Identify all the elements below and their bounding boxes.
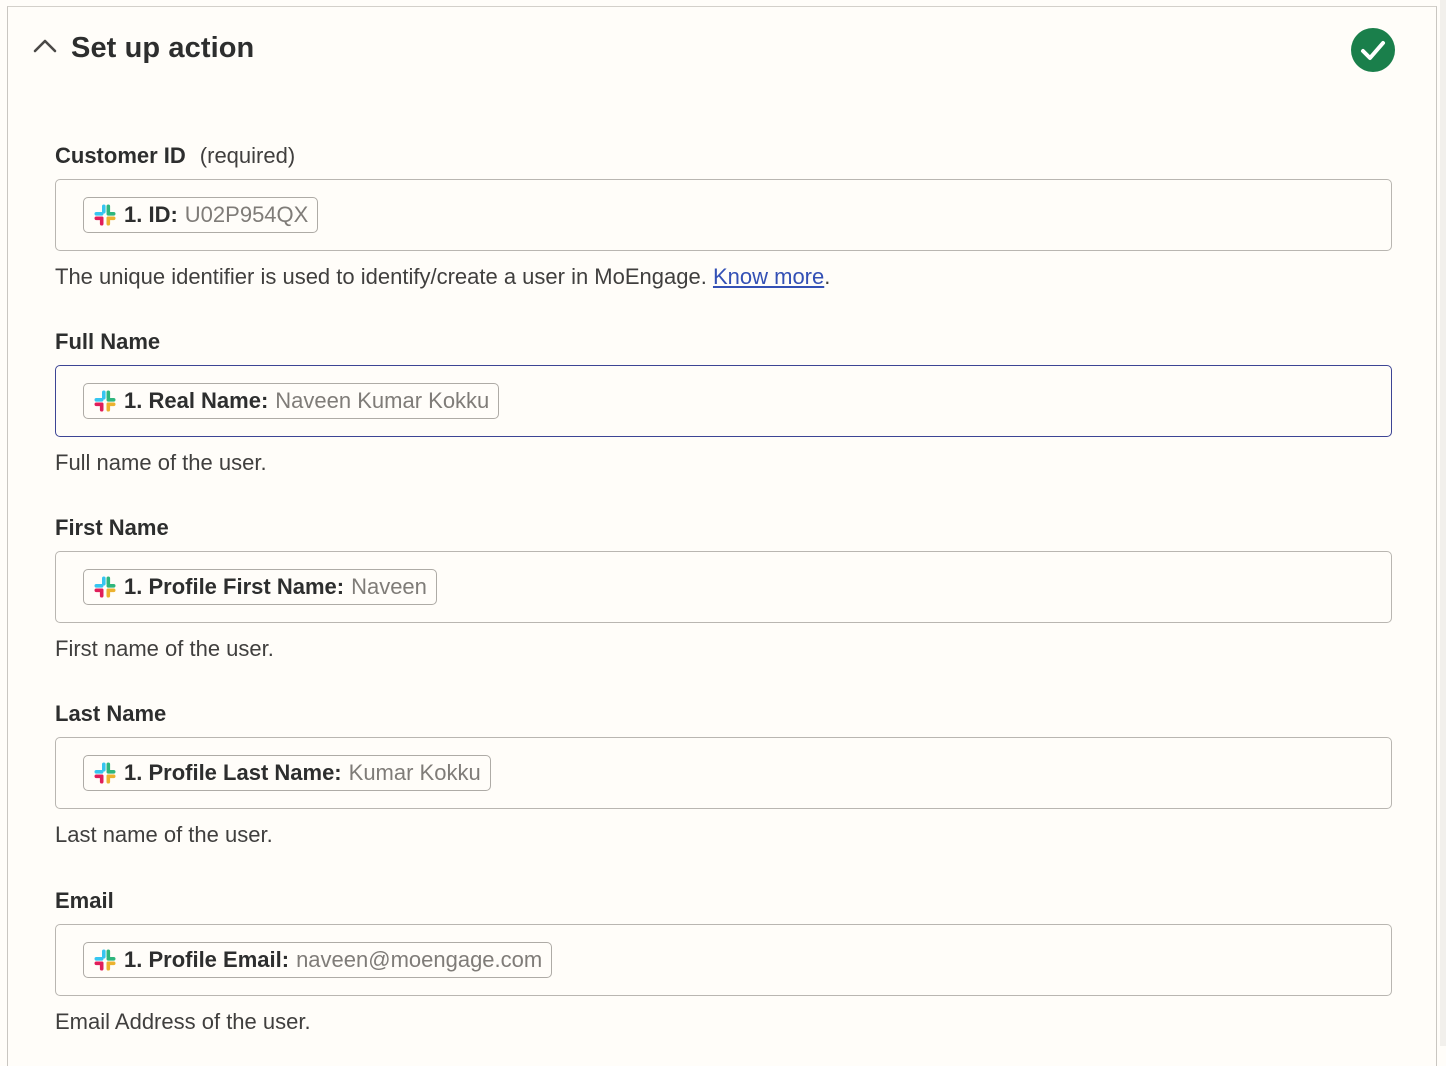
field-label: First Name	[55, 515, 169, 540]
field-label-row: Last Name	[55, 699, 1392, 729]
section-title: Set up action	[71, 32, 255, 64]
check-circle-icon	[1351, 28, 1395, 72]
field-help-text: Last name of the user.	[55, 822, 273, 847]
full-name-input[interactable]: 1. Real Name: Naveen Kumar Kokku	[55, 365, 1392, 437]
field-help-text: Email Address of the user.	[55, 1009, 311, 1034]
field-help-text: First name of the user.	[55, 636, 274, 661]
section-header[interactable]: Set up action	[8, 7, 1436, 93]
mapped-value-pill[interactable]: 1. ID: U02P954QX	[83, 197, 319, 233]
setup-action-panel: Set up action Customer ID (required) 1. …	[7, 6, 1437, 1066]
field-label: Email	[55, 888, 114, 913]
field-label-row: Customer ID (required)	[55, 141, 1392, 171]
field-help-text: The unique identifier is used to identif…	[55, 262, 1392, 292]
pill-key: 1. ID:	[124, 202, 178, 227]
help-text: The unique identifier is used to identif…	[55, 264, 707, 289]
field-label-row: First Name	[55, 513, 1392, 543]
know-more-link[interactable]: Know more	[713, 264, 824, 289]
email-input[interactable]: 1. Profile Email: naveen@moengage.com	[55, 924, 1392, 996]
field-help-text: Full name of the user.	[55, 450, 267, 475]
field-last-name: Last Name 1. Profile Last Name: Kumar Ko…	[55, 699, 1392, 850]
field-label: Last Name	[55, 701, 167, 726]
field-email: Email 1. Profile Email: naveen@moengage.…	[55, 886, 1392, 1037]
scrollbar-track[interactable]	[1440, 0, 1446, 1046]
last-name-input[interactable]: 1. Profile Last Name: Kumar Kokku	[55, 737, 1392, 809]
field-label-row: Full Name	[55, 327, 1392, 357]
field-label: Customer ID	[55, 143, 186, 168]
slack-icon	[94, 762, 116, 784]
pill-value: naveen@moengage.com	[296, 947, 543, 972]
pill-value: Kumar Kokku	[348, 760, 481, 785]
pill-key: 1. Profile First Name:	[124, 574, 345, 599]
pill-key: 1. Real Name:	[124, 388, 269, 413]
field-label: Full Name	[55, 329, 161, 354]
mapped-value-pill[interactable]: 1. Profile Last Name: Kumar Kokku	[83, 755, 491, 791]
field-full-name: Full Name 1. Real Name: Naveen Kumar Kok…	[55, 327, 1392, 478]
slack-icon	[94, 949, 116, 971]
pill-key: 1. Profile Last Name:	[124, 760, 342, 785]
chevron-up-icon[interactable]	[32, 35, 58, 55]
mapped-value-pill[interactable]: 1. Profile First Name: Naveen	[83, 569, 437, 605]
pill-value: U02P954QX	[184, 202, 309, 227]
required-indicator: (required)	[199, 143, 296, 168]
slack-icon	[94, 390, 116, 412]
pill-key: 1. Profile Email:	[124, 947, 290, 972]
slack-icon	[94, 204, 116, 226]
pill-value: Naveen	[351, 574, 427, 599]
mapped-value-pill[interactable]: 1. Profile Email: naveen@moengage.com	[83, 942, 553, 978]
pill-value: Naveen Kumar Kokku	[275, 388, 490, 413]
help-suffix: .	[824, 264, 831, 289]
field-customer-id: Customer ID (required) 1. ID: U02P954QX	[55, 141, 1392, 292]
mapped-value-pill[interactable]: 1. Real Name: Naveen Kumar Kokku	[83, 383, 500, 419]
first-name-input[interactable]: 1. Profile First Name: Naveen	[55, 551, 1392, 623]
slack-icon	[94, 576, 116, 598]
field-label-row: Email	[55, 886, 1392, 916]
customer-id-input[interactable]: 1. ID: U02P954QX	[55, 179, 1392, 251]
field-first-name: First Name 1. Profile First Name: Naveen…	[55, 513, 1392, 664]
